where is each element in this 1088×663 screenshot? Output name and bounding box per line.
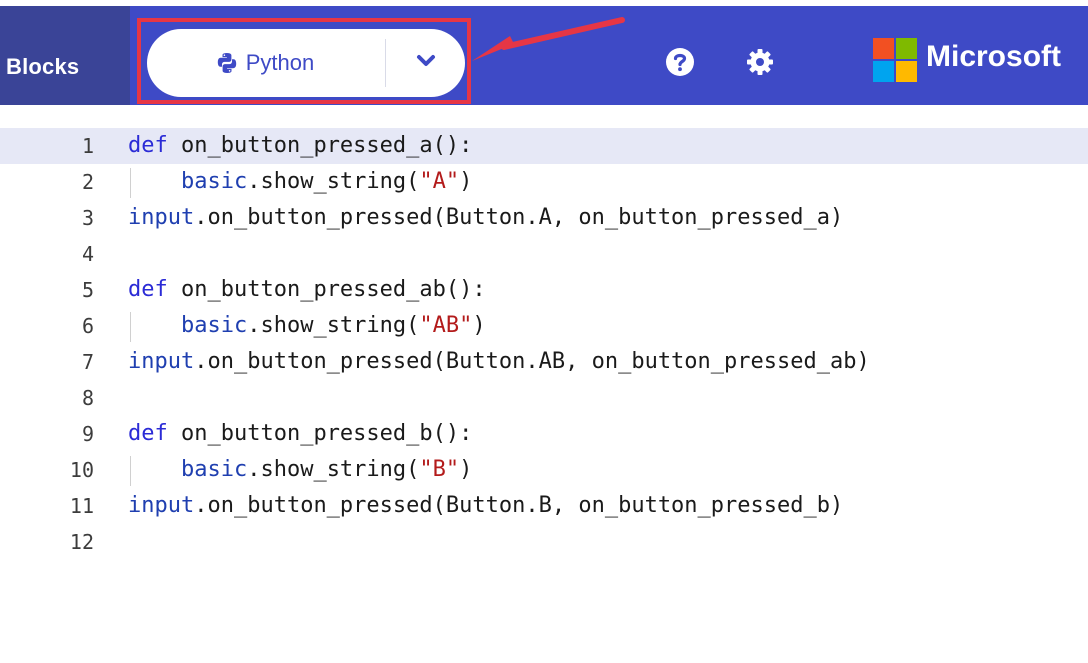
line-number: 6 [81,314,94,338]
code-line[interactable]: 10 basic.show_string("B") [0,452,1088,488]
code-text: input.on_button_pressed(Button.A, on_but… [128,200,843,236]
line-number: 1 [81,134,94,158]
line-number: 10 [69,458,94,482]
code-token-indent [128,457,181,482]
code-token-text: .show_string( [247,169,420,194]
code-token-mod: input [128,349,195,374]
code-token-tail: ) [459,169,473,194]
code-token-text: .show_string( [247,457,420,482]
line-number: 11 [69,494,94,518]
code-line[interactable]: 2 basic.show_string("A") [0,164,1088,200]
code-token-str: "A" [419,169,460,194]
highlight-box [137,18,471,104]
code-line[interactable]: 7 input.on_button_pressed(Button.AB, on_b… [0,344,1088,380]
tab-blocks-label: Blocks [6,54,80,79]
code-token-kw: def [128,421,168,446]
line-number: 12 [69,530,94,554]
code-line[interactable]: 1 def on_button_pressed_a(): [0,128,1088,164]
code-token-indent [128,169,181,194]
code-line[interactable]: 9 def on_button_pressed_b(): [0,416,1088,452]
code-text: input.on_button_pressed(Button.AB, on_bu… [128,344,870,380]
code-text: def on_button_pressed_a(): [128,128,472,164]
pointer-arrow-icon [472,17,625,61]
code-line[interactable]: 6 basic.show_string("AB") [0,308,1088,344]
code-text: basic.show_string("AB") [128,308,486,344]
code-token-text: on_button_pressed_ab(): [167,277,486,302]
code-line[interactable]: 4 [0,236,1088,272]
line-number: 5 [81,278,94,302]
code-token-mod: input [128,493,195,518]
question-circle-icon[interactable] [665,47,695,77]
code-line[interactable]: 8 [0,380,1088,416]
code-token-text: on_button_pressed_b(): [167,421,473,446]
code-text: input.on_button_pressed(Button.B, on_but… [128,488,843,524]
line-number: 2 [81,170,94,194]
line-number: 9 [81,422,94,446]
code-token-tail: ) [459,457,473,482]
code-line[interactable]: 5 def on_button_pressed_ab(): [0,272,1088,308]
code-text: def on_button_pressed_b(): [128,416,472,452]
code-token-str: "B" [419,457,460,482]
code-token-text: on_button_pressed_a(): [167,133,473,158]
code-line[interactable]: 12 [0,524,1088,560]
code-token-kw: def [128,133,168,158]
code-token-text: .on_button_pressed(Button.A, on_button_p… [194,205,844,230]
code-token-text: .show_string( [247,313,420,338]
line-number: 4 [81,242,94,266]
code-line[interactable]: 11 input.on_button_pressed(Button.B, on_b… [0,488,1088,524]
code-editor[interactable]: 1 def on_button_pressed_a(): 2 basic.show_… [0,112,1088,663]
code-token-mod: basic [180,169,248,194]
code-token-str: "AB" [419,313,473,338]
code-line[interactable]: 3 input.on_button_pressed(Button.A, on_bu… [0,200,1088,236]
gear-icon[interactable] [745,47,775,77]
code-token-mod: input [128,205,195,230]
line-number: 7 [81,350,94,374]
code-token-tail: ) [472,313,486,338]
microsoft-brand-label: Microsoft [926,40,1061,73]
code-token-mod: basic [180,313,248,338]
code-token-text: .on_button_pressed(Button.B, on_button_p… [194,493,844,518]
code-token-kw: def [128,277,168,302]
code-token-mod: basic [180,457,248,482]
code-token-indent [128,313,181,338]
code-text: basic.show_string("A") [128,164,472,200]
tab-blocks[interactable]: Blocks [0,6,130,105]
code-token-text: .on_button_pressed(Button.AB, on_button_… [194,349,870,374]
line-number: 3 [81,206,94,230]
microsoft-logo-icon [873,38,917,82]
line-number: 8 [81,386,94,410]
top-bar: Blocks Python Microsoft [0,0,1088,112]
code-text: basic.show_string("B") [128,452,472,488]
code-text: def on_button_pressed_ab(): [128,272,486,308]
